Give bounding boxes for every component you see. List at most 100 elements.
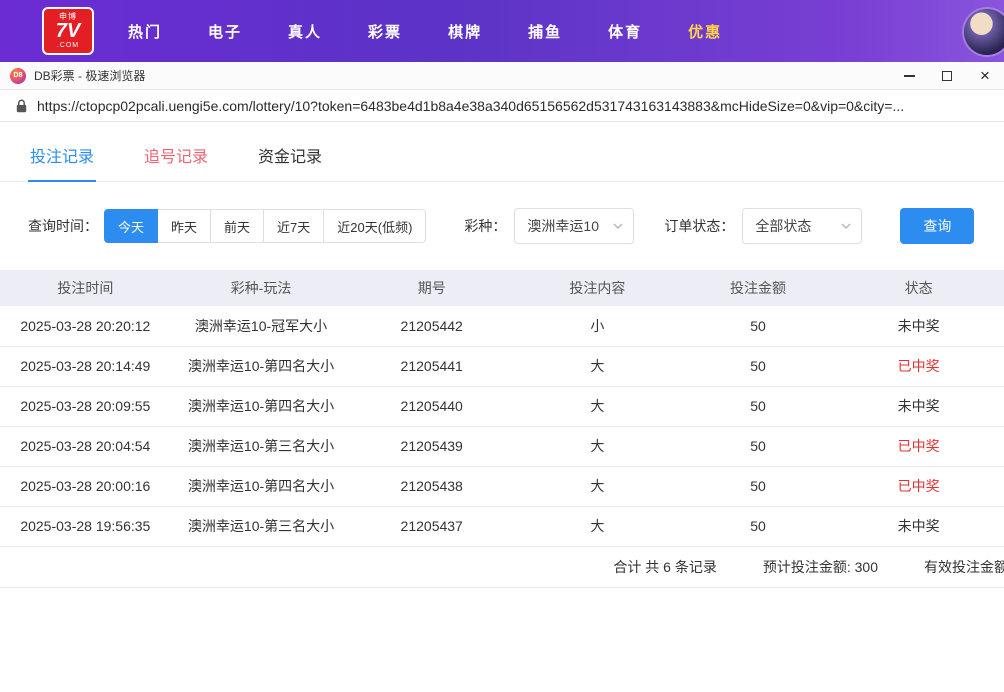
table-row: 2025-03-28 20:20:12 澳洲幸运10-冠军大小 21205442 小 5… xyxy=(0,306,1004,347)
bet-records-table: 投注时间 彩种-玩法 期号 投注内容 投注金额 状态 2025-03-28 20… xyxy=(0,270,1004,547)
issue-cell: 21205440 xyxy=(351,386,513,427)
bet-time-cell: 2025-03-28 20:04:54 xyxy=(0,426,171,467)
query-button[interactable]: 查询 xyxy=(900,208,975,244)
time-option-7days[interactable]: 近7天 xyxy=(263,209,325,243)
table-row: 2025-03-28 20:09:55 澳洲幸运10-第四名大小 21205440 大… xyxy=(0,386,1004,427)
game-play-cell: 澳洲幸运10-第三名大小 xyxy=(170,426,352,467)
bet-content-cell: 大 xyxy=(512,506,683,547)
lottery-type-select[interactable]: 澳洲幸运10 xyxy=(514,208,635,244)
close-button[interactable]: × xyxy=(966,62,1004,89)
bet-content-cell: 大 xyxy=(512,346,683,387)
lock-icon xyxy=(16,99,27,112)
status-cell: 已中奖 xyxy=(833,346,1004,387)
bet-content-cell: 大 xyxy=(512,386,683,427)
filter-bar: 查询时间： 今天 昨天 前天 近7天 近20天(低频) 彩种： 澳洲幸运10 订… xyxy=(0,182,1004,268)
time-option-daybefore[interactable]: 前天 xyxy=(210,209,265,243)
bet-time-cell: 2025-03-28 19:56:35 xyxy=(0,506,171,547)
time-option-yesterday[interactable]: 昨天 xyxy=(157,209,212,243)
nav-item-slots[interactable]: 电子 xyxy=(208,21,242,42)
tab-fund-records[interactable]: 资金记录 xyxy=(256,132,324,181)
summary-valid: 有效投注金额 xyxy=(924,558,1004,575)
issue-cell: 21205439 xyxy=(351,426,513,467)
col-bet-content: 投注内容 xyxy=(512,270,683,306)
nav-item-fishing[interactable]: 捕鱼 xyxy=(528,21,562,42)
bet-content-cell: 大 xyxy=(512,426,683,467)
issue-cell: 21205437 xyxy=(351,506,513,547)
bet-time-cell: 2025-03-28 20:00:16 xyxy=(0,466,171,507)
bet-amount-cell: 50 xyxy=(682,346,834,387)
logo-main-text: 7V xyxy=(55,20,81,43)
site-nav: 热门 电子 真人 彩票 棋牌 捕鱼 体育 优惠 xyxy=(128,21,722,42)
col-issue: 期号 xyxy=(351,270,513,306)
window-title: DB彩票 - 极速浏览器 xyxy=(34,69,146,83)
bet-amount-cell: 50 xyxy=(682,426,834,467)
bet-amount-cell: 50 xyxy=(682,506,834,547)
nav-item-sports[interactable]: 体育 xyxy=(608,21,642,42)
table-row: 2025-03-28 19:56:35 澳洲幸运10-第三名大小 21205437 大… xyxy=(0,506,1004,547)
status-cell: 未中奖 xyxy=(833,306,1004,347)
nav-item-lottery[interactable]: 彩票 xyxy=(368,21,402,42)
table-row: 2025-03-28 20:04:54 澳洲幸运10-第三名大小 21205439 大… xyxy=(0,426,1004,467)
summary-total: 合计 共 6 条记录 xyxy=(613,558,717,575)
issue-cell: 21205438 xyxy=(351,466,513,507)
game-play-cell: 澳洲幸运10-第三名大小 xyxy=(170,506,352,547)
maximize-button[interactable] xyxy=(928,62,966,89)
tab-chase-records[interactable]: 追号记录 xyxy=(142,132,210,181)
chevron-down-icon xyxy=(613,223,623,229)
bet-content-cell: 小 xyxy=(512,306,683,347)
bet-amount-cell: 50 xyxy=(682,386,834,427)
summary-bar: 合计 共 6 条记录 预计投注金额: 300 有效投注金额 xyxy=(0,547,1004,588)
status-cell: 未中奖 xyxy=(833,386,1004,427)
close-icon: × xyxy=(980,66,990,85)
game-play-cell: 澳洲幸运10-第四名大小 xyxy=(170,466,352,507)
col-status: 状态 xyxy=(833,270,1004,306)
col-bet-amount: 投注金额 xyxy=(682,270,834,306)
order-status-select[interactable]: 全部状态 xyxy=(742,208,863,244)
tab-bet-records[interactable]: 投注记录 xyxy=(28,132,97,182)
lottery-type-value: 澳洲幸运10 xyxy=(527,218,599,234)
bet-content-cell: 大 xyxy=(512,466,683,507)
time-option-20days[interactable]: 近20天(低频) xyxy=(323,209,427,243)
minimize-button[interactable] xyxy=(890,62,928,89)
bet-time-cell: 2025-03-28 20:20:12 xyxy=(0,306,171,347)
game-play-cell: 澳洲幸运10-第四名大小 xyxy=(170,346,352,387)
status-cell: 已中奖 xyxy=(833,426,1004,467)
maximize-icon xyxy=(942,70,952,81)
bet-time-cell: 2025-03-28 20:14:49 xyxy=(0,346,171,387)
window-controls: × xyxy=(890,62,1004,89)
site-logo[interactable]: 申博 7V .COM xyxy=(42,7,94,55)
nav-item-live[interactable]: 真人 xyxy=(288,21,322,42)
col-bet-time: 投注时间 xyxy=(0,270,171,306)
time-option-today[interactable]: 今天 xyxy=(104,209,159,243)
chevron-down-icon xyxy=(841,223,851,229)
url-text: https://ctopcp02pcali.uengi5e.com/lotter… xyxy=(37,97,905,114)
table-row: 2025-03-28 20:00:16 澳洲幸运10-第四名大小 21205438 大… xyxy=(0,466,1004,507)
bet-amount-cell: 50 xyxy=(682,466,834,507)
time-range-group: 今天 昨天 前天 近7天 近20天(低频) xyxy=(104,209,427,243)
game-play-cell: 澳洲幸运10-第四名大小 xyxy=(170,386,352,427)
nav-item-promo[interactable]: 优惠 xyxy=(688,21,722,42)
issue-cell: 21205441 xyxy=(351,346,513,387)
nav-item-hot[interactable]: 热门 xyxy=(128,21,162,42)
order-status-value: 全部状态 xyxy=(755,218,812,234)
db-favicon-icon: D8 xyxy=(10,67,26,84)
order-status-label: 订单状态： xyxy=(664,218,735,234)
query-time-label: 查询时间： xyxy=(28,218,98,234)
summary-expected: 预计投注金额: 300 xyxy=(762,558,878,575)
logo-sub-text: .COM xyxy=(56,42,80,50)
game-play-cell: 澳洲幸运10-冠军大小 xyxy=(170,306,352,347)
table-header-row: 投注时间 彩种-玩法 期号 投注内容 投注金额 状态 xyxy=(0,270,1004,306)
url-bar[interactable]: https://ctopcp02pcali.uengi5e.com/lotter… xyxy=(0,90,1004,122)
status-cell: 未中奖 xyxy=(833,506,1004,547)
col-game-play: 彩种-玩法 xyxy=(170,270,352,306)
bet-time-cell: 2025-03-28 20:09:55 xyxy=(0,386,171,427)
lottery-type-label: 彩种： xyxy=(464,218,507,234)
issue-cell: 21205442 xyxy=(351,306,513,347)
status-cell: 已中奖 xyxy=(833,466,1004,507)
record-tabs: 投注记录 追号记录 资金记录 xyxy=(0,132,1004,182)
user-avatar[interactable] xyxy=(964,9,1004,55)
minimize-icon xyxy=(903,74,915,77)
nav-item-cards[interactable]: 棋牌 xyxy=(448,21,482,42)
browser-titlebar: D8 DB彩票 - 极速浏览器 × xyxy=(0,62,1004,90)
site-topbar: 申博 7V .COM 热门 电子 真人 彩票 棋牌 捕鱼 体育 优惠 xyxy=(0,0,1004,62)
